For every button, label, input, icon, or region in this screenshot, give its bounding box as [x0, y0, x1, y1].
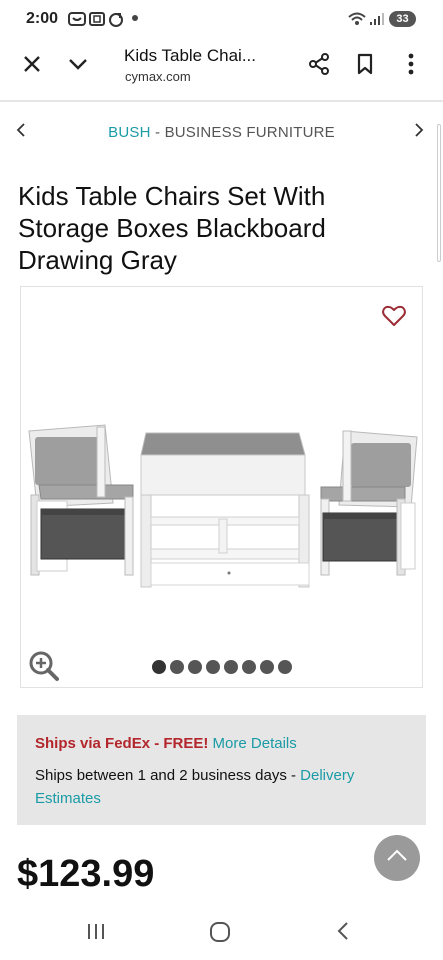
product-title: Kids Table Chairs Set With Storage Boxes…	[18, 181, 326, 275]
browser-toolbar: Kids Table Chai... cymax.com	[0, 36, 443, 94]
bookmark-icon[interactable]	[352, 51, 378, 77]
breadcrumb: BUSH - BUSINESS FURNITURE	[0, 118, 443, 148]
product-image[interactable]	[20, 286, 423, 688]
table-illustration	[140, 432, 310, 588]
chevron-down-icon[interactable]	[66, 52, 90, 76]
breadcrumb-text: BUSH - BUSINESS FURNITURE	[0, 124, 443, 141]
screenshot-icon	[89, 12, 105, 31]
recent-apps-icon[interactable]	[86, 921, 106, 946]
ship-time-text: Ships between 1 and 2 business days -	[35, 767, 301, 784]
carousel-dot[interactable]	[224, 660, 238, 674]
scroll-indicator	[437, 124, 441, 262]
free-shipping-text: Ships via FedEx - FREE!	[35, 735, 209, 752]
notification-icon	[68, 12, 86, 31]
shipping-info-box: Ships via FedEx - FREE! More Details Shi…	[17, 715, 426, 825]
battery-indicator: 33	[389, 11, 416, 27]
scroll-to-top-button[interactable]	[374, 835, 420, 881]
close-icon[interactable]	[20, 52, 44, 76]
page-tab-title: Kids Table Chai...	[124, 46, 256, 65]
toolbar-divider	[0, 100, 443, 102]
carousel-dot[interactable]	[260, 660, 274, 674]
carousel-dot[interactable]	[152, 660, 166, 674]
status-bar: 2:00 33	[0, 0, 443, 36]
left-chair-illustration	[28, 424, 134, 576]
more-options-icon[interactable]	[398, 51, 424, 77]
carousel-dot[interactable]	[170, 660, 184, 674]
carousel-dot[interactable]	[278, 660, 292, 674]
signal-icon	[369, 12, 385, 31]
more-details-link[interactable]: More Details	[213, 735, 297, 752]
page-url[interactable]: cymax.com	[125, 69, 191, 84]
status-dot	[132, 15, 138, 21]
product-price: $123.99	[17, 853, 155, 895]
zoom-in-icon[interactable]	[28, 650, 60, 687]
chevron-up-icon	[386, 849, 408, 867]
heart-icon[interactable]	[382, 305, 406, 332]
furniture-illustration	[28, 424, 418, 588]
share-icon[interactable]	[306, 51, 332, 77]
carousel-dot[interactable]	[242, 660, 256, 674]
brand-link[interactable]: BUSH	[108, 124, 150, 141]
category-link[interactable]: BUSINESS FURNITURE	[165, 124, 335, 141]
system-navigation-bar	[0, 905, 443, 960]
carousel-dot[interactable]	[188, 660, 202, 674]
sync-icon	[108, 12, 124, 33]
shipping-line-2: Ships between 1 and 2 business days - De…	[35, 764, 415, 810]
breadcrumb-separator: -	[150, 124, 165, 141]
wifi-icon	[348, 12, 366, 31]
next-arrow-icon[interactable]	[414, 122, 424, 143]
status-time: 2:00	[26, 10, 59, 27]
home-icon[interactable]	[209, 921, 231, 948]
image-carousel-dots	[152, 660, 292, 674]
right-chair-illustration	[320, 430, 418, 576]
carousel-dot[interactable]	[206, 660, 220, 674]
back-icon[interactable]	[336, 921, 350, 946]
shipping-line-1: Ships via FedEx - FREE! More Details	[35, 735, 297, 752]
